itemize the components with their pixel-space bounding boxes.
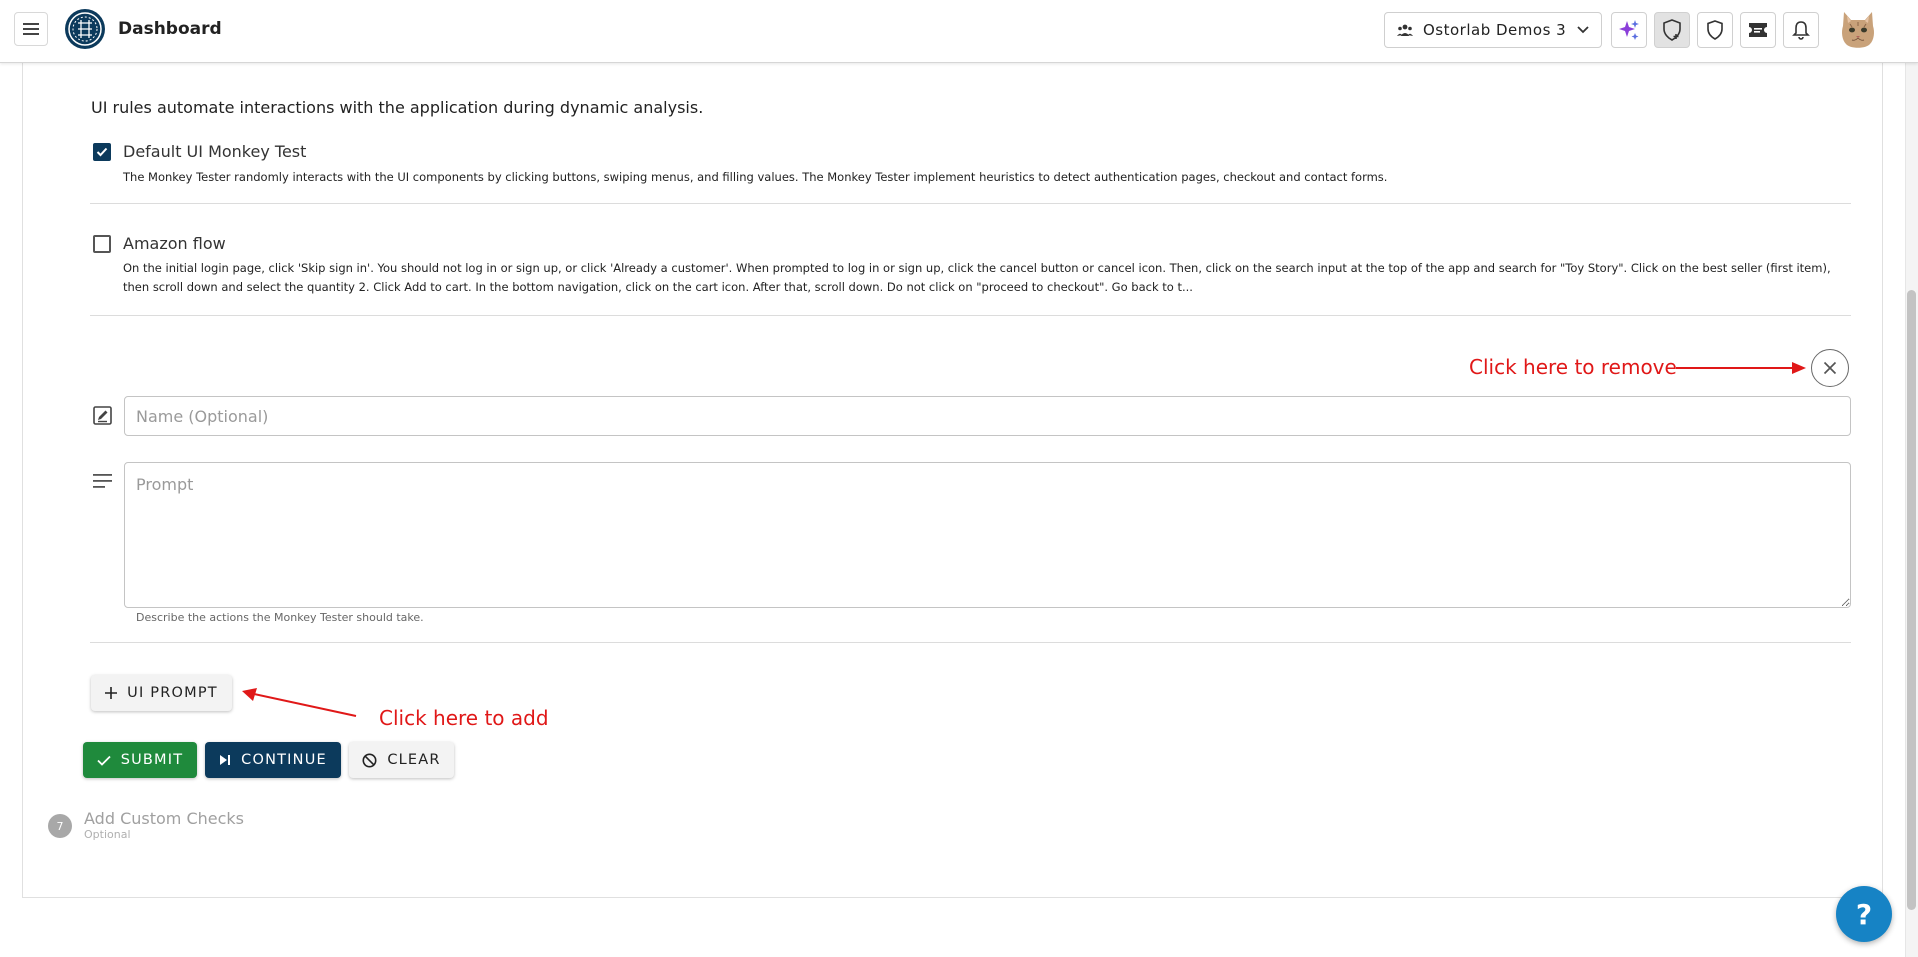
add-ui-prompt-label: UI PROMPT	[127, 685, 218, 701]
organization-name: Ostorlab Demos 3	[1423, 21, 1567, 39]
step-subtitle: Optional	[84, 828, 131, 841]
remove-prompt-button[interactable]	[1811, 349, 1849, 387]
submit-label: SUBMIT	[120, 752, 184, 768]
organization-select[interactable]: Ostorlab Demos 3	[1384, 12, 1602, 48]
edit-name-icon	[93, 406, 112, 425]
help-icon: ?	[1855, 897, 1873, 931]
prompt-name-input[interactable]	[124, 396, 1851, 436]
add-ui-prompt-button[interactable]: UI PROMPT	[91, 675, 232, 711]
rule-description: The Monkey Tester randomly interacts wit…	[123, 170, 1388, 184]
ticket-icon	[1749, 23, 1767, 37]
rule-checkbox-default-monkey-test[interactable]	[93, 143, 111, 161]
prompt-lines-icon	[93, 474, 112, 488]
app-bar: Dashboard Ostorlab Demos 3	[0, 0, 1918, 63]
continue-button[interactable]: CONTINUE	[205, 742, 341, 778]
add-annotation: Click here to add	[379, 706, 549, 730]
submit-button[interactable]: SUBMIT	[83, 742, 197, 778]
step-title-add-custom-checks[interactable]: Add Custom Checks	[84, 809, 244, 828]
page-title: Dashboard	[118, 19, 222, 39]
user-avatar[interactable]	[1838, 8, 1878, 52]
ostorlab-logo[interactable]	[64, 8, 106, 50]
divider	[90, 642, 1851, 643]
help-button[interactable]: ?	[1836, 886, 1892, 942]
rule-title[interactable]: Amazon flow	[123, 234, 226, 253]
prompt-helper-text: Describe the actions the Monkey Tester s…	[136, 611, 424, 624]
clear-button[interactable]: CLEAR	[349, 742, 454, 778]
divider	[90, 203, 1851, 204]
menu-button[interactable]	[14, 12, 48, 46]
rule-checkbox-amazon-flow[interactable]	[93, 235, 111, 253]
block-icon	[362, 753, 377, 767]
tickets-button[interactable]	[1740, 12, 1776, 48]
continue-label: CONTINUE	[241, 752, 327, 768]
ai-assistant-button[interactable]	[1611, 12, 1647, 48]
remove-annotation: Click here to remove	[1469, 355, 1677, 379]
close-icon	[1823, 361, 1837, 375]
rule-description: On the initial login page, click 'Skip s…	[123, 261, 1831, 294]
rule-title[interactable]: Default UI Monkey Test	[123, 142, 306, 161]
checkmark-icon	[96, 147, 108, 157]
plus-icon	[105, 687, 118, 699]
menu-icon	[23, 23, 39, 35]
shield-add-icon	[1663, 19, 1681, 41]
notifications-button[interactable]	[1783, 12, 1819, 48]
check-icon	[97, 755, 111, 766]
arrow-left-icon	[242, 688, 357, 717]
ui-rules-intro: UI rules automate interactions with the …	[91, 98, 704, 117]
prompt-textarea[interactable]	[124, 462, 1851, 608]
clear-label: CLEAR	[387, 752, 441, 768]
page-scrollbar-thumb[interactable]	[1907, 290, 1916, 910]
organizations-icon	[1397, 24, 1413, 36]
step-number: 7	[48, 814, 72, 838]
chevron-down-icon	[1577, 26, 1589, 34]
divider	[90, 315, 1851, 316]
new-scan-button[interactable]	[1654, 12, 1690, 48]
arrow-right-icon	[1676, 362, 1806, 374]
security-button[interactable]	[1697, 12, 1733, 48]
shield-icon	[1707, 20, 1723, 40]
sparkle-icon	[1619, 20, 1639, 40]
bell-icon	[1792, 21, 1810, 40]
skip-next-icon	[220, 755, 231, 765]
